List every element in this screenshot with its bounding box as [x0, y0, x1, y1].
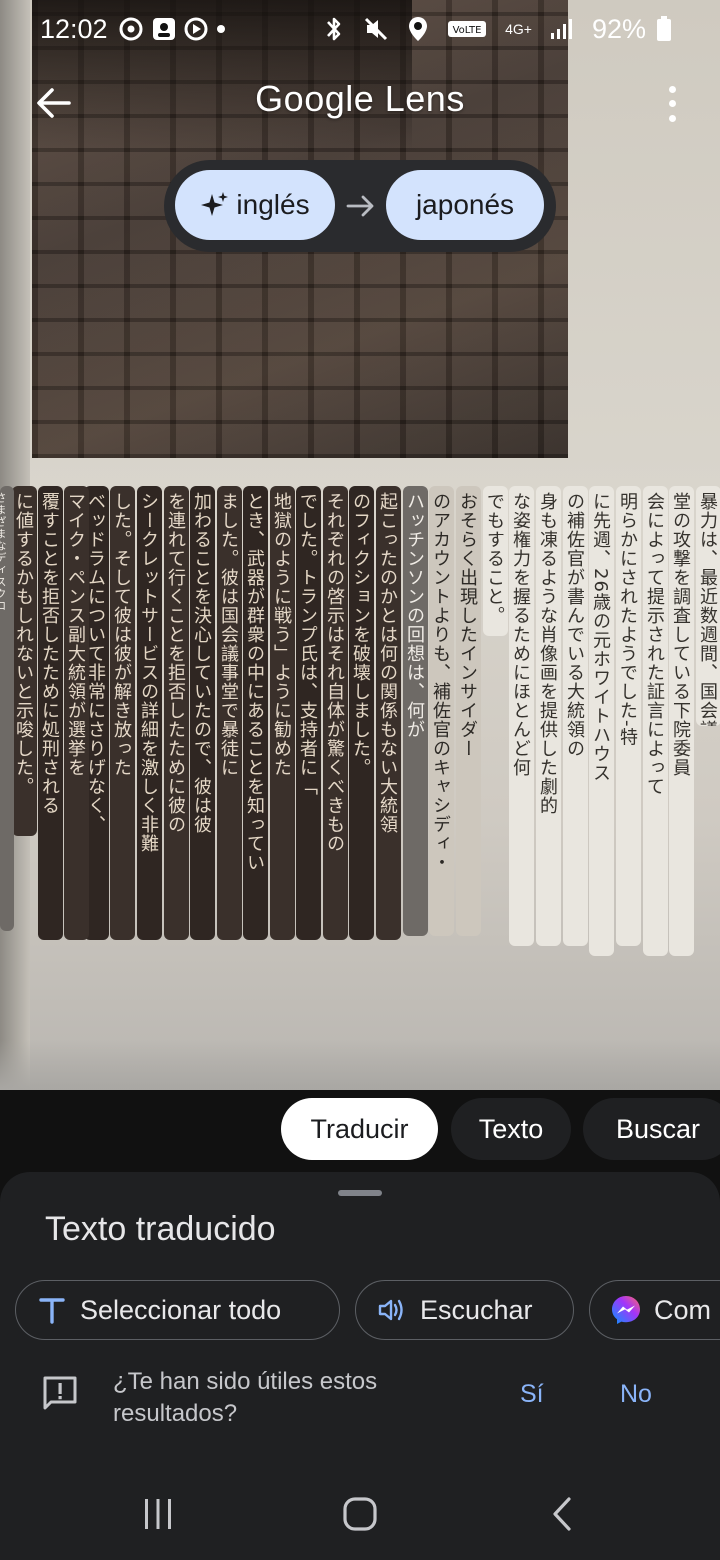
svg-text:VoLTE: VoLTE [453, 25, 482, 36]
translated-text-column[interactable]: とき、武器が群衆の中にあることを知ってい [243, 486, 268, 940]
overflow-dot [668, 100, 676, 108]
overflow-menu-button[interactable] [660, 82, 684, 126]
sheet-title: Texto traducido [45, 1210, 276, 1248]
translated-text-column[interactable]: した。そして彼は彼が解き放った [110, 486, 135, 940]
translated-text-column[interactable]: 堂の攻撃を調査している下院委員 [669, 486, 694, 956]
translated-text-column[interactable]: でした。トランプ氏は、支持者に「 [296, 486, 321, 940]
translated-text-column[interactable]: 加わることを決心していたので、彼は彼 [190, 486, 215, 940]
feedback-question: ¿Te han sido útiles estos resultados? [113, 1368, 378, 1427]
share-messenger-button[interactable]: Com [589, 1280, 720, 1340]
overflow-dot [668, 115, 676, 123]
share-label: Com [654, 1294, 712, 1325]
translated-text-column[interactable]: 起こったのかとは何の関係もない大統領 [376, 486, 401, 940]
nav-back-icon [553, 1497, 571, 1531]
battery-percent: 92% [591, 13, 646, 44]
translated-text-column[interactable]: 暴力は、最近数週間、国会議事 [696, 486, 720, 726]
translated-text-column[interactable]: の補佐官が書んでいる大統領の [563, 486, 588, 946]
translated-text-column[interactable]: のフィクションを破壊しました。 [349, 486, 374, 940]
feedback-row: ¿Te han sido útiles estos resultados? Sí… [0, 1362, 720, 1442]
nav-back-button[interactable] [537, 1492, 587, 1536]
person-box-icon [152, 17, 176, 41]
arrow-right-icon [346, 195, 374, 217]
translated-text-column[interactable]: 身も凍るような肖像画を提供した劇的 [536, 486, 561, 946]
mode-tabs: Traducir Texto Buscar [0, 1098, 720, 1162]
tab-translate[interactable]: Traducir [281, 1098, 438, 1160]
navigation-bar [0, 1470, 720, 1560]
home-button[interactable] [335, 1492, 385, 1536]
translated-text-column[interactable]: ハッチンソンの回想は、何が [403, 486, 428, 936]
status-bar: 12:02 VoLTE 4G+ 92% [0, 0, 720, 58]
location-icon [407, 15, 429, 43]
dot-icon [216, 24, 226, 34]
sparkle-icon [201, 192, 229, 216]
translated-text-column[interactable]: それぞれの啓示はそれ自体が驚くべきもの [323, 486, 348, 940]
recents-icon [145, 1499, 171, 1529]
record-icon [184, 17, 208, 41]
app-bar: Google Lens [0, 70, 720, 134]
battery-icon [656, 16, 672, 42]
bluetooth-icon [323, 15, 345, 43]
target-language-label: japonés [415, 189, 515, 220]
sheet-drag-handle[interactable] [338, 1190, 382, 1196]
translated-text-column[interactable]: に値するかもしれないと示唆した。 [12, 486, 37, 836]
tab-text[interactable]: Texto [451, 1098, 571, 1160]
translated-text-column[interactable]: 地獄のように戦う」ように勧めた [270, 486, 295, 940]
network-4g-icon: 4G+ [505, 22, 532, 36]
listen-button[interactable]: Escuchar [355, 1280, 574, 1340]
app-title: Google Lens [255, 78, 465, 119]
language-selector: inglés japonés [164, 160, 556, 252]
sync-icon [118, 16, 144, 42]
translated-text-column[interactable]: な姿権力を握るためにほとんど何 [509, 486, 534, 946]
translated-text-column[interactable]: でもすること。 [483, 486, 508, 636]
recents-button[interactable] [133, 1492, 183, 1536]
text-t-icon [36, 1294, 68, 1326]
target-language-chip[interactable]: japonés [386, 170, 544, 240]
translated-text-column[interactable]: 会によって提示された証言によって [643, 486, 668, 956]
network-type: 4G+ [505, 21, 532, 37]
translated-text-column[interactable]: さまざまなディスクロ [0, 486, 14, 931]
signal-icon [550, 17, 574, 41]
listen-label: Escuchar [420, 1294, 533, 1325]
overflow-dot [668, 85, 676, 93]
translated-text-column[interactable]: ました。彼は国会議事堂で暴徒に [217, 486, 242, 940]
page-bottom-shade [0, 1040, 720, 1090]
translated-text-column[interactable]: 覆すことを拒否したために処刑される [38, 486, 63, 940]
source-language-label: inglés [236, 189, 310, 220]
feedback-yes-button[interactable]: Sí [520, 1380, 544, 1409]
translated-text-column[interactable]: を連れて行くことを拒否したために彼の [164, 486, 189, 940]
select-all-label: Seleccionar todo [80, 1294, 282, 1325]
tab-search[interactable]: Buscar [583, 1098, 720, 1160]
status-time: 12:02 [40, 13, 108, 44]
translated-text-column[interactable]: のアカウントよりも、補佐官のキャシディ・ [429, 486, 454, 936]
speaker-icon [376, 1294, 408, 1326]
messenger-icon [610, 1294, 642, 1326]
select-all-button[interactable]: Seleccionar todo [15, 1280, 340, 1340]
source-language-chip[interactable]: inglés [175, 170, 335, 240]
volte-icon: VoLTE [447, 19, 487, 39]
translated-text-column[interactable]: シークレットサービスの詳細を激しく非難 [137, 486, 162, 940]
home-icon [343, 1497, 377, 1531]
translated-text-column[interactable]: に先週、26歳の元ホワイトハウス [589, 486, 614, 956]
mute-icon [363, 16, 389, 42]
feedback-icon [43, 1376, 77, 1410]
translated-text-column[interactable]: マイク・ペンス副大統領が選挙を [64, 486, 89, 940]
feedback-no-button[interactable]: No [620, 1380, 652, 1409]
translated-text-column[interactable]: おそらく出現したインサイダー [456, 486, 481, 936]
translated-text-column[interactable]: 明らかにされたようでした-特 [616, 486, 641, 946]
